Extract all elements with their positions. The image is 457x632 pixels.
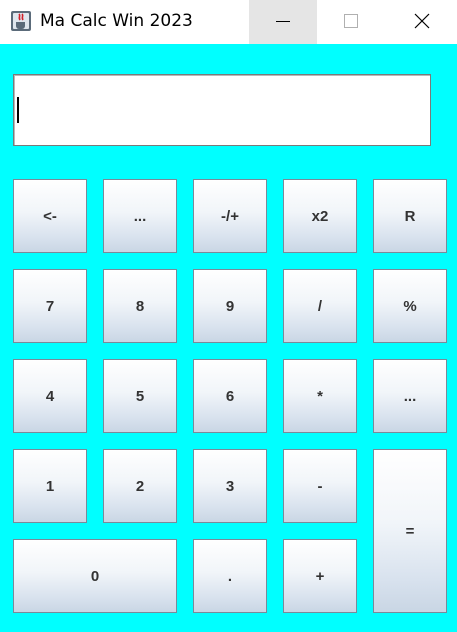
square-button[interactable]: x2 bbox=[283, 179, 357, 253]
digit-3-button[interactable]: 3 bbox=[193, 449, 267, 523]
percent-button[interactable]: % bbox=[373, 269, 447, 343]
ellipsis-button-2[interactable]: ... bbox=[373, 359, 447, 433]
text-caret bbox=[17, 97, 19, 123]
decimal-point-button[interactable]: . bbox=[193, 539, 267, 613]
digit-6-button[interactable]: 6 bbox=[193, 359, 267, 433]
digit-4-button[interactable]: 4 bbox=[13, 359, 87, 433]
backspace-button[interactable]: <- bbox=[13, 179, 87, 253]
maximize-button[interactable] bbox=[317, 0, 385, 44]
digit-8-button[interactable]: 8 bbox=[103, 269, 177, 343]
multiply-button[interactable]: * bbox=[283, 359, 357, 433]
digit-1-button[interactable]: 1 bbox=[13, 449, 87, 523]
digit-7-button[interactable]: 7 bbox=[13, 269, 87, 343]
window-title: Ma Calc Win 2023 bbox=[40, 11, 193, 31]
equals-button[interactable]: = bbox=[373, 449, 447, 613]
digit-0-button[interactable]: 0 bbox=[13, 539, 177, 613]
digit-2-button[interactable]: 2 bbox=[103, 449, 177, 523]
java-cup-icon bbox=[11, 11, 31, 31]
digit-5-button[interactable]: 5 bbox=[103, 359, 177, 433]
minus-button[interactable]: - bbox=[283, 449, 357, 523]
minimize-button[interactable] bbox=[249, 0, 317, 44]
root-button[interactable]: R bbox=[373, 179, 447, 253]
negate-button[interactable]: -/+ bbox=[193, 179, 267, 253]
divide-button[interactable]: / bbox=[283, 269, 357, 343]
display-field[interactable] bbox=[13, 74, 431, 146]
digit-9-button[interactable]: 9 bbox=[193, 269, 267, 343]
plus-button[interactable]: + bbox=[283, 539, 357, 613]
close-icon bbox=[414, 13, 430, 29]
maximize-icon bbox=[344, 14, 358, 28]
close-button[interactable] bbox=[385, 0, 457, 44]
minimize-icon bbox=[276, 21, 290, 22]
ellipsis-button-1[interactable]: ... bbox=[103, 179, 177, 253]
title-bar[interactable]: Ma Calc Win 2023 bbox=[0, 0, 457, 44]
